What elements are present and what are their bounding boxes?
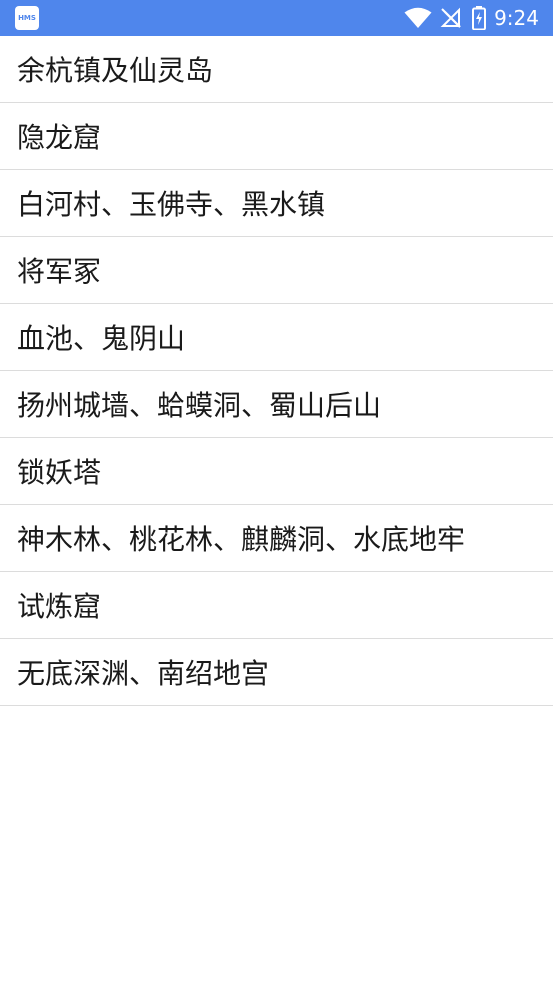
wifi-icon [404, 7, 432, 28]
battery-charging-icon [472, 6, 487, 30]
list-item[interactable]: 余杭镇及仙灵岛 [0, 36, 553, 103]
no-signal-icon [440, 7, 461, 28]
status-time: 9:24 [494, 6, 539, 30]
list-item[interactable]: 隐龙窟 [0, 103, 553, 170]
chapter-list: 余杭镇及仙灵岛 隐龙窟 白河村、玉佛寺、黑水镇 将军冢 血池、鬼阴山 扬州城墙、… [0, 36, 553, 706]
list-item[interactable]: 锁妖塔 [0, 438, 553, 505]
screen: HMS 9:24 余杭镇及仙灵岛 隐龙窟 白河村、玉佛寺、黑水镇 将军冢 血池、… [0, 0, 553, 983]
list-item[interactable]: 神木林、桃花林、麒麟洞、水底地牢 [0, 505, 553, 572]
list-item[interactable]: 血池、鬼阴山 [0, 304, 553, 371]
list-item[interactable]: 扬州城墙、蛤蟆洞、蜀山后山 [0, 371, 553, 438]
list-item[interactable]: 白河村、玉佛寺、黑水镇 [0, 170, 553, 237]
hms-app-icon: HMS [15, 6, 39, 30]
list-item[interactable]: 试炼窟 [0, 572, 553, 639]
list-item[interactable]: 将军冢 [0, 237, 553, 304]
status-bar: HMS 9:24 [0, 0, 553, 36]
status-icons: 9:24 [404, 0, 553, 36]
list-item[interactable]: 无底深渊、南绍地宫 [0, 639, 553, 706]
